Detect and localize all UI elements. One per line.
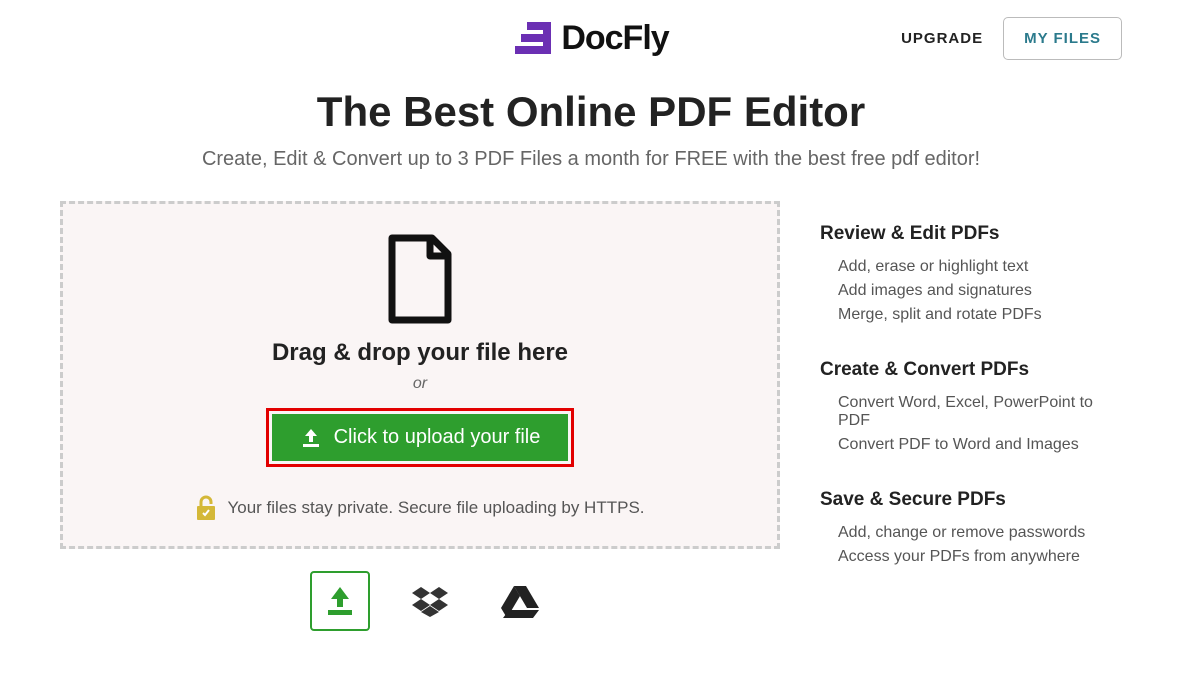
upload-icon — [300, 427, 322, 449]
drag-drop-text: Drag & drop your file here — [83, 339, 757, 367]
page-title: The Best Online PDF Editor — [60, 88, 1122, 136]
sidebar-heading: Create & Convert PDFs — [820, 359, 1122, 381]
features-sidebar: Review & Edit PDFs Add, erase or highlig… — [820, 201, 1122, 631]
lock-icon — [195, 495, 217, 521]
dropzone-column: Drag & drop your file here or Click to u… — [60, 201, 780, 631]
or-text: or — [83, 375, 757, 393]
google-drive-icon — [501, 584, 539, 618]
sidebar-section-save: Save & Secure PDFs Add, change or remove… — [820, 489, 1122, 569]
dropbox-icon — [412, 585, 448, 617]
sidebar-item: Add, erase or highlight text — [820, 255, 1122, 279]
secure-text: Your files stay private. Secure file upl… — [227, 498, 644, 518]
file-icon — [384, 234, 456, 324]
upload-button-highlight: Click to upload your file — [266, 408, 575, 467]
sidebar-item: Merge, split and rotate PDFs — [820, 303, 1122, 327]
sidebar-item: Add, change or remove passwords — [820, 521, 1122, 545]
upload-local-icon — [322, 583, 358, 619]
sidebar-item: Add images and signatures — [820, 279, 1122, 303]
header-nav: UPGRADE MY FILES — [901, 17, 1122, 60]
main-content: Drag & drop your file here or Click to u… — [0, 201, 1182, 631]
sidebar-item: Convert PDF to Word and Images — [820, 433, 1122, 457]
sidebar-item: Convert Word, Excel, PowerPoint to PDF — [820, 391, 1122, 433]
sidebar-section-review: Review & Edit PDFs Add, erase or highlig… — [820, 223, 1122, 327]
upload-button[interactable]: Click to upload your file — [272, 414, 569, 461]
sidebar-heading: Review & Edit PDFs — [820, 223, 1122, 245]
header: DocFly UPGRADE MY FILES — [0, 0, 1182, 68]
sidebar-item: Access your PDFs from anywhere — [820, 545, 1122, 569]
page-subtitle: Create, Edit & Convert up to 3 PDF Files… — [60, 148, 1122, 171]
source-googledrive-button[interactable] — [490, 571, 550, 631]
source-dropbox-button[interactable] — [400, 571, 460, 631]
docfly-logo-icon — [513, 18, 553, 58]
hero: The Best Online PDF Editor Create, Edit … — [0, 68, 1182, 201]
my-files-button[interactable]: MY FILES — [1003, 17, 1122, 60]
brand-name: DocFly — [561, 19, 668, 58]
upgrade-link[interactable]: UPGRADE — [901, 30, 983, 47]
upload-source-row — [60, 571, 780, 631]
dropzone[interactable]: Drag & drop your file here or Click to u… — [60, 201, 780, 549]
upload-button-label: Click to upload your file — [334, 426, 541, 449]
sidebar-heading: Save & Secure PDFs — [820, 489, 1122, 511]
source-local-button[interactable] — [310, 571, 370, 631]
logo[interactable]: DocFly — [513, 18, 668, 58]
sidebar-section-create: Create & Convert PDFs Convert Word, Exce… — [820, 359, 1122, 457]
secure-row: Your files stay private. Secure file upl… — [83, 495, 757, 521]
